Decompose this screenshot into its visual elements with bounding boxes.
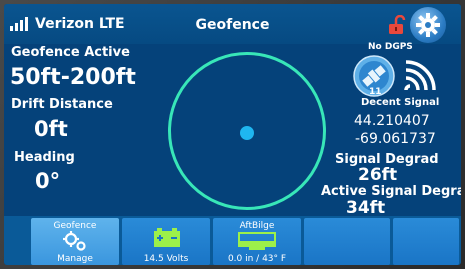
drift-distance-label: Drift Distance xyxy=(11,97,113,112)
tab-empty-5[interactable] xyxy=(393,218,459,265)
signal-degrad-value: 26ft xyxy=(358,165,398,185)
unlocked-lock-icon[interactable] xyxy=(388,15,406,35)
drift-distance-value: 0ft xyxy=(34,117,68,141)
signal-strength-icon xyxy=(404,60,436,91)
screen: Verizon LTE Geofence Geofence Active 50f… xyxy=(4,4,461,265)
tab-battery[interactable]: 14.5 Volts xyxy=(122,218,210,265)
battery-icon xyxy=(154,228,180,247)
heading-label: Heading xyxy=(14,150,75,165)
active-signal-degrad-label: Active Signal Degrad xyxy=(321,184,461,199)
tab-bottom-label: 14.5 Volts xyxy=(143,254,189,264)
bilge-tank-icon xyxy=(238,232,276,250)
boat-position-dot xyxy=(240,126,254,140)
tab-empty-4[interactable] xyxy=(304,218,390,265)
tab-bottom-label: Manage xyxy=(57,254,93,264)
geofence-status-label: Geofence Active xyxy=(11,45,130,60)
satellite-count: 11 xyxy=(369,87,382,97)
geofence-range-value: 50ft-200ft xyxy=(10,65,136,90)
gears-icon xyxy=(63,231,86,251)
tab-aft-bilge[interactable]: AftBilge 0.0 in / 43° F xyxy=(213,218,301,265)
signal-quality-label: Decent Signal xyxy=(361,97,440,108)
longitude-value: -69.061737 xyxy=(355,131,436,147)
settings-gear-button[interactable] xyxy=(410,7,446,43)
gear-icon xyxy=(416,13,440,37)
latitude-value: 44.210407 xyxy=(354,113,430,129)
heading-value: 0° xyxy=(35,169,61,193)
tab-top-label: AftBilge xyxy=(239,221,275,231)
tab-geofence-manage[interactable]: Geofence Manage xyxy=(31,218,119,265)
status-bar: Verizon LTE Geofence xyxy=(4,4,461,44)
tab-bottom-label: 0.0 in / 43° F xyxy=(227,254,287,264)
dgps-status-label: No DGPS xyxy=(368,42,413,52)
active-signal-degrad-value: 34ft xyxy=(346,198,386,218)
